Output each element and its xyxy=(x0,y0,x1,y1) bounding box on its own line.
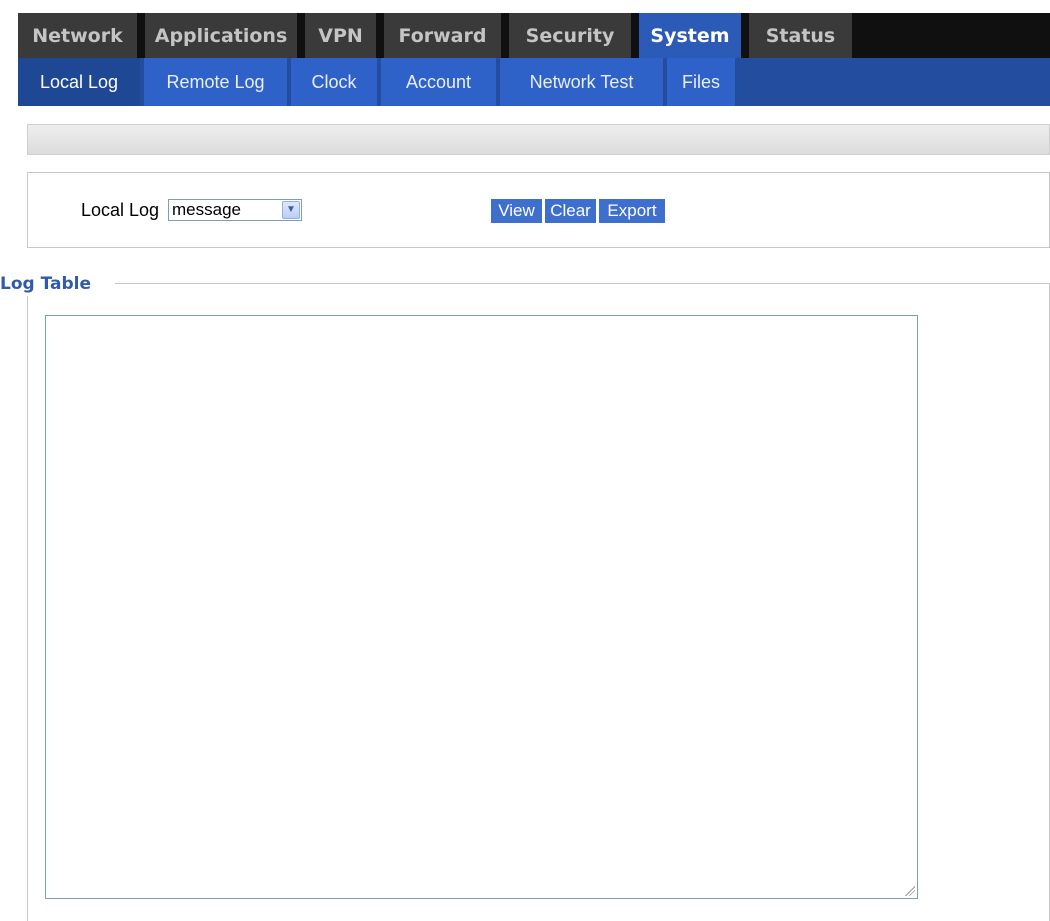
tab-security[interactable]: Security xyxy=(509,13,631,58)
clear-button[interactable]: Clear xyxy=(545,199,596,223)
sub-nav: Local Log Remote Log Clock Account Netwo… xyxy=(18,58,1050,106)
log-textarea[interactable] xyxy=(45,315,918,899)
log-control-panel: Local Log message ▼ View Clear Export xyxy=(27,172,1050,248)
log-type-select[interactable]: message ▼ xyxy=(168,199,302,221)
main-nav: Network Applications VPN Forward Securit… xyxy=(0,0,1050,58)
tab-vpn[interactable]: VPN xyxy=(305,13,376,58)
subtab-remote-log[interactable]: Remote Log xyxy=(144,58,287,106)
log-type-value: message xyxy=(172,200,241,219)
export-button[interactable]: Export xyxy=(599,199,665,223)
tab-system[interactable]: System xyxy=(639,13,741,58)
tab-forward[interactable]: Forward xyxy=(384,13,501,58)
tab-applications[interactable]: Applications xyxy=(145,13,297,58)
subtab-files[interactable]: Files xyxy=(667,58,735,106)
log-table-legend: Log Table xyxy=(0,272,116,296)
subtab-clock[interactable]: Clock xyxy=(291,58,377,106)
tab-network[interactable]: Network xyxy=(18,13,137,58)
top-strip xyxy=(0,0,1050,10)
tab-status[interactable]: Status xyxy=(749,13,852,58)
view-button[interactable]: View xyxy=(491,199,542,223)
local-log-label: Local Log xyxy=(81,200,160,220)
status-strip xyxy=(27,124,1050,155)
chevron-down-icon[interactable]: ▼ xyxy=(282,201,300,219)
resize-grip-icon[interactable] xyxy=(903,884,915,896)
subtab-account[interactable]: Account xyxy=(381,58,496,106)
subtab-network-test[interactable]: Network Test xyxy=(500,58,663,106)
subtab-local-log[interactable]: Local Log xyxy=(18,58,140,106)
